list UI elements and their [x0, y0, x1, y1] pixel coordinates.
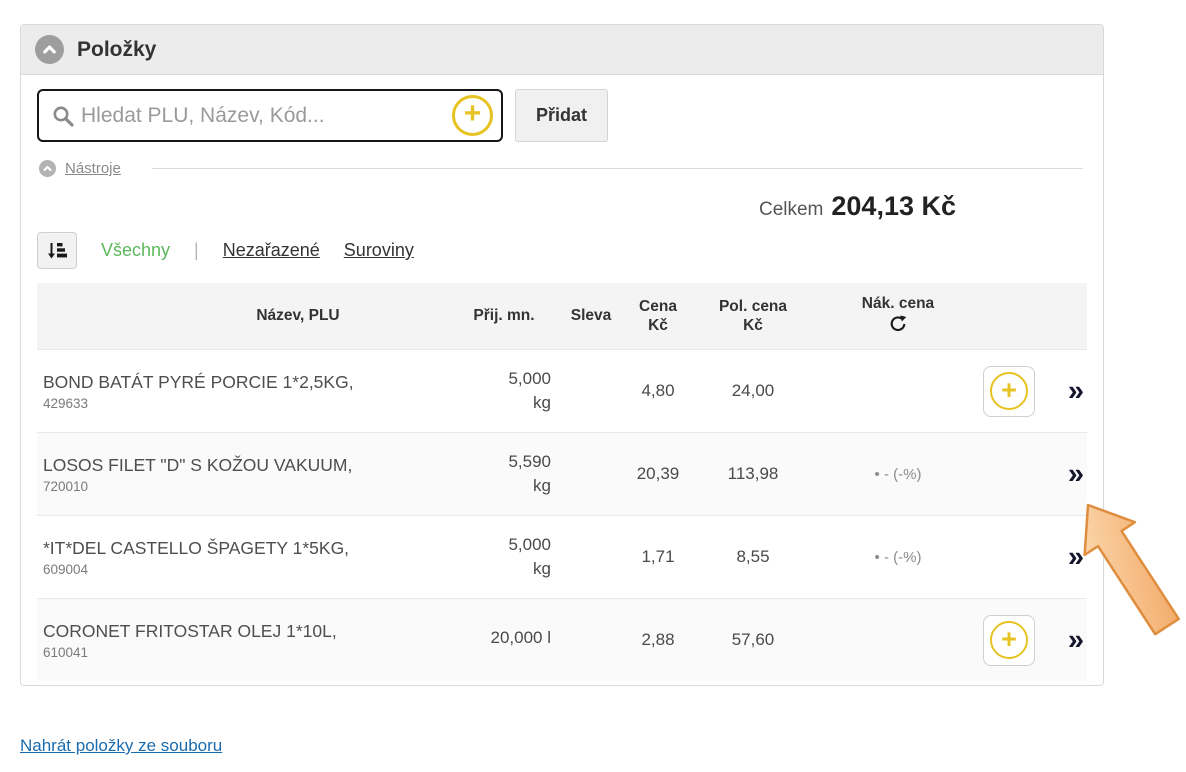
search-input[interactable]	[75, 104, 452, 128]
filter-ingredients[interactable]: Suroviny	[344, 240, 414, 261]
item-plu: 609004	[43, 562, 449, 577]
item-open-cell: »	[1043, 460, 1087, 489]
search-row: + Přidat	[37, 89, 1087, 142]
add-purchase-price-button[interactable]: +	[983, 615, 1035, 666]
header-price: Cena Kč	[623, 297, 693, 336]
item-qty-cell: 5,000 kg	[449, 369, 559, 413]
upload-items-link[interactable]: Nahrát položky ze souboru	[20, 736, 222, 756]
open-item-chevron-icon[interactable]: »	[1068, 377, 1083, 406]
filter-unassigned[interactable]: Nezařazené	[223, 240, 320, 261]
item-name-cell: CORONET FRITOSTAR OLEJ 1*10L, 610041	[37, 620, 449, 661]
collapse-tools-icon[interactable]	[39, 160, 56, 177]
item-action-cell: +	[983, 615, 1043, 666]
sort-amount-icon	[47, 241, 67, 261]
search-box: +	[37, 89, 503, 142]
table-row: BOND BATÁT PYRÉ PORCIE 1*2,5KG, 429633 5…	[37, 349, 1087, 432]
item-line-price: 24,00	[693, 381, 813, 401]
open-item-chevron-icon[interactable]: »	[1068, 543, 1083, 572]
quick-add-plus-icon[interactable]: +	[452, 95, 493, 136]
add-purchase-price-button[interactable]: +	[983, 366, 1035, 417]
add-button[interactable]: Přidat	[515, 89, 608, 142]
plus-icon: +	[464, 99, 482, 129]
item-plu: 610041	[43, 645, 449, 660]
items-table: Název, PLU Přij. mn. Sleva Cena Kč Pol. …	[37, 283, 1087, 681]
item-action-cell: +	[983, 366, 1043, 417]
item-purchase-price: • - (-%)	[813, 466, 983, 483]
open-item-chevron-icon[interactable]: »	[1068, 460, 1083, 489]
collapse-panel-icon[interactable]	[35, 35, 64, 64]
item-name: BOND BATÁT PYRÉ PORCIE 1*2,5KG,	[43, 371, 449, 395]
item-line-price: 57,60	[693, 630, 813, 650]
plus-icon: +	[990, 621, 1028, 659]
filter-all[interactable]: Všechny	[101, 240, 170, 261]
item-qty-cell: 5,590 kg	[449, 452, 559, 496]
header-name: Název, PLU	[37, 306, 449, 325]
item-plu: 429633	[43, 396, 449, 411]
item-line-price: 8,55	[693, 547, 813, 567]
divider-line	[152, 168, 1083, 169]
item-name: CORONET FRITOSTAR OLEJ 1*10L,	[43, 620, 449, 644]
filter-separator: |	[194, 240, 199, 261]
item-name-cell: BOND BATÁT PYRÉ PORCIE 1*2,5KG, 429633	[37, 371, 449, 412]
items-panel: Položky + Přidat Nástro	[20, 24, 1104, 686]
item-name: *IT*DEL CASTELLO ŠPAGETY 1*5KG,	[43, 537, 449, 561]
item-price: 20,39	[623, 464, 693, 484]
items-panel-header: Položky	[21, 25, 1103, 75]
item-qty-cell: 5,000 kg	[449, 535, 559, 579]
item-open-cell: »	[1043, 377, 1087, 406]
table-row: LOSOS FILET "D" S KOŽOU VAKUUM, 720010 5…	[37, 432, 1087, 515]
item-price: 2,88	[623, 630, 693, 650]
header-item-price: Pol. cena Kč	[693, 297, 813, 336]
header-received-qty: Přij. mn.	[449, 306, 559, 325]
item-name-cell: LOSOS FILET "D" S KOŽOU VAKUUM, 720010	[37, 454, 449, 495]
table-row: CORONET FRITOSTAR OLEJ 1*10L, 610041 20,…	[37, 598, 1087, 681]
search-icon	[51, 104, 75, 128]
header-purchase-price: Nák. cena	[813, 294, 983, 339]
total-label: Celkem	[759, 199, 823, 220]
item-qty-cell: 20,000 l	[449, 628, 559, 652]
refresh-icon[interactable]	[813, 315, 983, 338]
tools-row: Nástroje	[39, 160, 1087, 177]
items-panel-body: + Přidat Nástroje Celkem 204,13 Kč	[21, 75, 1103, 685]
item-name: LOSOS FILET "D" S KOŽOU VAKUUM,	[43, 454, 449, 478]
tools-link[interactable]: Nástroje	[65, 160, 121, 177]
item-name-cell: *IT*DEL CASTELLO ŠPAGETY 1*5KG, 609004	[37, 537, 449, 578]
item-price: 1,71	[623, 547, 693, 567]
item-line-price: 113,98	[693, 464, 813, 484]
item-plu: 720010	[43, 479, 449, 494]
table-row: *IT*DEL CASTELLO ŠPAGETY 1*5KG, 609004 5…	[37, 515, 1087, 598]
table-header-row: Název, PLU Přij. mn. Sleva Cena Kč Pol. …	[37, 283, 1087, 349]
open-item-chevron-icon[interactable]: »	[1068, 626, 1083, 655]
sort-button[interactable]	[37, 232, 77, 269]
filter-row: Všechny | Nezařazené Suroviny	[37, 232, 1087, 269]
plus-icon: +	[990, 372, 1028, 410]
item-open-cell: »	[1043, 543, 1087, 572]
page-title: Položky	[77, 38, 156, 62]
header-discount: Sleva	[559, 306, 623, 325]
page: Položky + Přidat Nástro	[0, 0, 1186, 772]
item-purchase-price: • - (-%)	[813, 549, 983, 566]
total-row: Celkem 204,13 Kč	[37, 191, 1087, 222]
total-value: 204,13 Kč	[831, 191, 956, 221]
item-open-cell: »	[1043, 626, 1087, 655]
item-price: 4,80	[623, 381, 693, 401]
